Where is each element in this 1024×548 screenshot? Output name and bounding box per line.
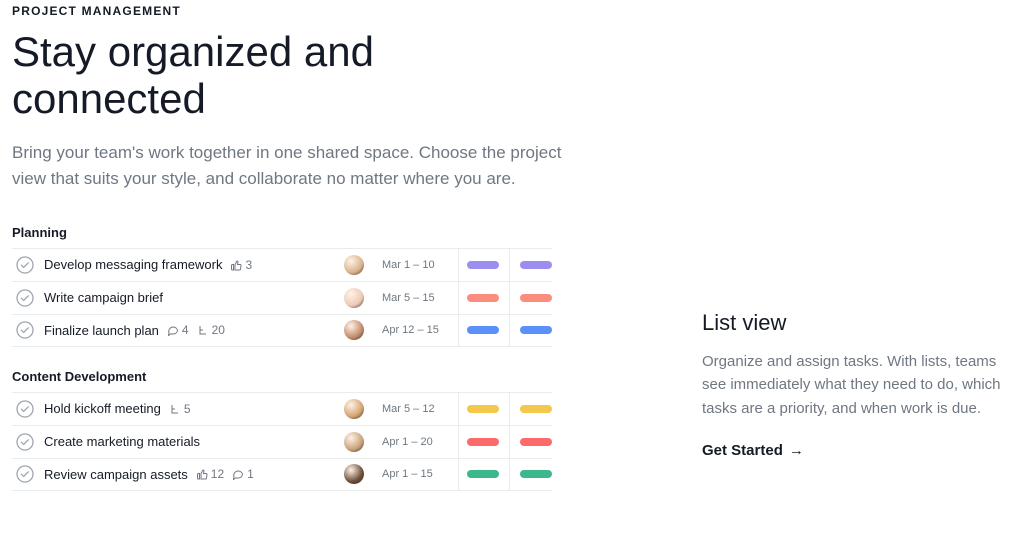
task-pills (458, 315, 552, 346)
task-name: Finalize launch plan (44, 323, 159, 338)
task-date: Apr 1 – 20 (382, 436, 458, 448)
subtasks-meta: 20 (197, 323, 225, 337)
assignee-avatar[interactable] (344, 320, 364, 340)
pill (520, 261, 552, 269)
task-date: Mar 5 – 15 (382, 292, 458, 304)
arrow-right-icon: → (789, 442, 804, 459)
likes-meta: 12 (196, 467, 224, 481)
pill (467, 438, 499, 446)
check-circle-icon[interactable] (16, 400, 34, 418)
task-name: Hold kickoff meeting (44, 401, 161, 416)
check-circle-icon[interactable] (16, 289, 34, 307)
pill (467, 294, 499, 302)
task-row[interactable]: Hold kickoff meeting 5 Mar 5 – 12 (12, 392, 552, 425)
task-date: Apr 12 – 15 (382, 324, 458, 336)
task-row[interactable]: Review campaign assets 12 1 Apr 1 – 15 (12, 458, 552, 491)
pill (520, 405, 552, 413)
task-row[interactable]: Finalize launch plan 4 20 Apr 12 – 15 (12, 314, 552, 347)
get-started-link[interactable]: Get Started → (702, 442, 804, 459)
assignee-avatar[interactable] (344, 464, 364, 484)
check-circle-icon[interactable] (16, 465, 34, 483)
task-row[interactable]: Develop messaging framework 3 Mar 1 – 10 (12, 248, 552, 281)
task-name: Review campaign assets (44, 467, 188, 482)
task-date: Apr 1 – 15 (382, 468, 458, 480)
pill (467, 405, 499, 413)
comments-meta: 4 (167, 323, 189, 337)
task-row[interactable]: Create marketing materials Apr 1 – 20 (12, 425, 552, 458)
comment-icon (167, 324, 179, 336)
pill (467, 326, 499, 334)
page-headline: Stay organized and connected (12, 28, 572, 122)
comment-icon (232, 468, 244, 480)
task-pills (458, 426, 552, 458)
assignee-avatar[interactable] (344, 432, 364, 452)
task-pills (458, 282, 552, 314)
task-name: Write campaign brief (44, 290, 163, 305)
thumbs-up-icon (196, 468, 208, 480)
pill (520, 438, 552, 446)
comments-meta: 1 (232, 467, 254, 481)
task-name: Develop messaging framework (44, 257, 222, 272)
assignee-avatar[interactable] (344, 399, 364, 419)
page-subhead: Bring your team's work together in one s… (12, 140, 592, 193)
eyebrow: PROJECT MANAGEMENT (12, 4, 672, 18)
right-panel-title: List view (702, 310, 1012, 336)
subtask-icon (169, 403, 181, 415)
task-date: Mar 5 – 12 (382, 403, 458, 415)
pill (520, 326, 552, 334)
section-label-planning: Planning (12, 225, 672, 240)
section-label-content-development: Content Development (12, 369, 672, 384)
task-pills (458, 249, 552, 281)
thumbs-up-icon (230, 259, 242, 271)
check-circle-icon[interactable] (16, 433, 34, 451)
pill (520, 470, 552, 478)
pill (467, 470, 499, 478)
subtask-icon (197, 324, 209, 336)
task-pills (458, 459, 552, 490)
right-panel-desc: Organize and assign tasks. With lists, t… (702, 350, 1012, 420)
check-circle-icon[interactable] (16, 321, 34, 339)
task-name: Create marketing materials (44, 434, 200, 449)
check-circle-icon[interactable] (16, 256, 34, 274)
task-pills (458, 393, 552, 425)
likes-meta: 3 (230, 258, 252, 272)
task-list-content-development: Hold kickoff meeting 5 Mar 5 – 12 (12, 392, 552, 491)
assignee-avatar[interactable] (344, 255, 364, 275)
assignee-avatar[interactable] (344, 288, 364, 308)
subtasks-meta: 5 (169, 402, 191, 416)
task-date: Mar 1 – 10 (382, 259, 458, 271)
task-list-planning: Develop messaging framework 3 Mar 1 – 10 (12, 248, 552, 347)
task-row[interactable]: Write campaign brief Mar 5 – 15 (12, 281, 552, 314)
pill (520, 294, 552, 302)
pill (467, 261, 499, 269)
